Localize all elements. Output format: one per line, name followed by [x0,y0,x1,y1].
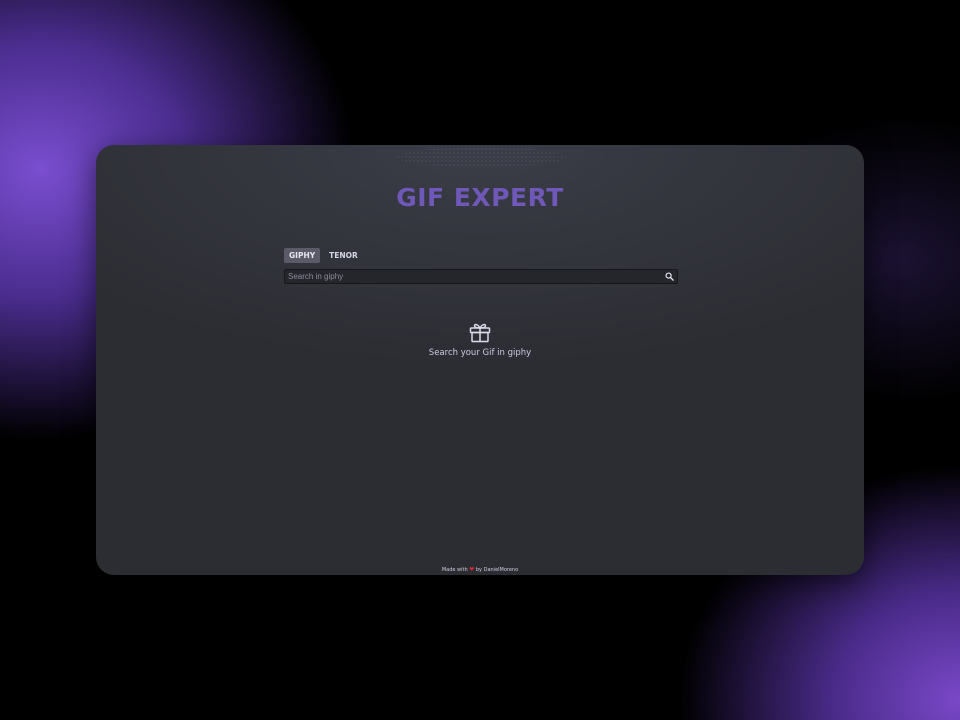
provider-tabs: GIPHY TENOR [284,248,363,263]
heart-icon: ❤ [469,566,475,573]
gift-icon [469,323,491,343]
search-input[interactable] [284,269,658,284]
search-icon[interactable] [665,272,674,281]
empty-state-message: Search your Gif in giphy [428,348,532,358]
decorative-speckle [396,147,566,167]
footer-suffix: by DanielMoreno [475,567,519,573]
search-bar [284,269,678,284]
page-title: GIF EXPERT [396,183,564,212]
tab-tenor[interactable]: TENOR [324,248,363,263]
footer-prefix: Made with [441,567,468,573]
app-card: GIF EXPERT GIPHY TENOR Search your Gif i… [96,145,864,575]
empty-state: Search your Gif in giphy [96,320,864,358]
tab-giphy[interactable]: GIPHY [284,248,321,263]
footer-credit: Made with ❤ by DanielMoreno [0,566,960,574]
